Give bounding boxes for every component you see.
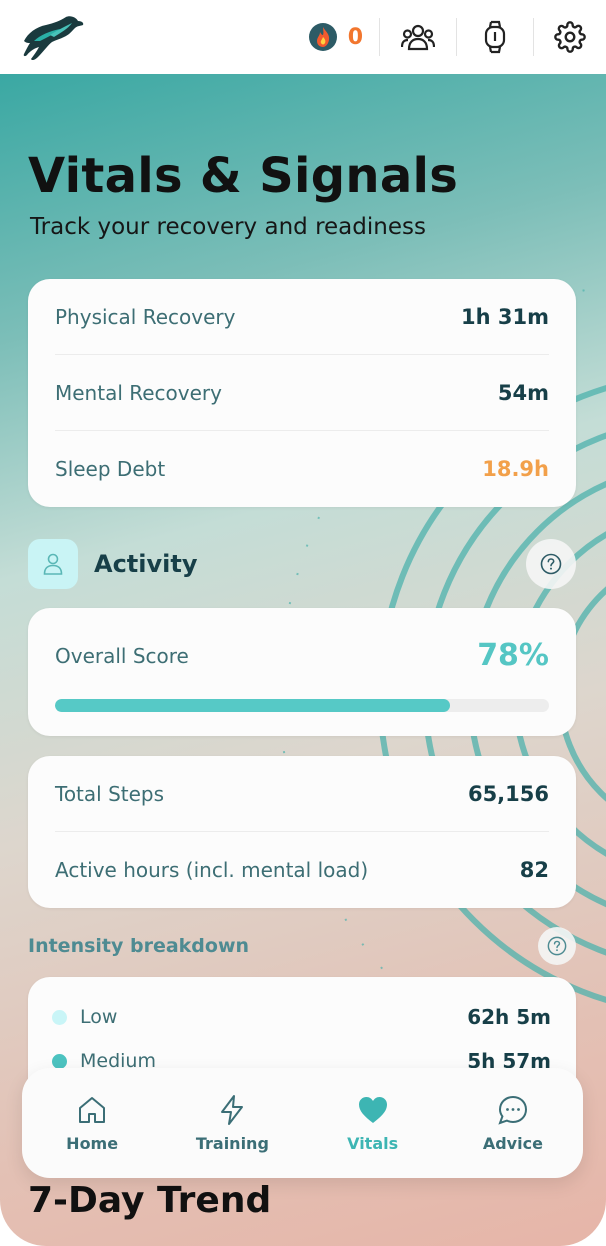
top-bar: 0: [0, 0, 606, 74]
activity-help-button[interactable]: [526, 539, 576, 589]
flame-icon: [308, 23, 337, 51]
total-steps-row: Total Steps 65,156: [55, 756, 549, 832]
score-progress-bar: [55, 699, 549, 712]
sleep-debt-row: Sleep Debt 18.9h: [55, 431, 549, 507]
intensity-breakdown-header: Intensity breakdown: [28, 927, 576, 965]
community-button[interactable]: [380, 0, 456, 74]
score-progress-fill: [55, 699, 451, 712]
bottom-nav: Home Training Vitals Advice: [22, 1068, 583, 1178]
nav-label: Advice: [482, 1134, 543, 1153]
row-label: Active hours (incl. mental load): [55, 858, 369, 882]
streak-count: 0: [347, 24, 363, 50]
intensity-row-low: Low 62h 5m: [52, 995, 551, 1039]
heart-icon: [358, 1097, 387, 1123]
gear-icon: [554, 21, 586, 53]
activity-section-header: Activity: [28, 539, 576, 589]
active-hours-row: Active hours (incl. mental load) 82: [55, 832, 549, 908]
recovery-card: Physical Recovery 1h 31m Mental Recovery…: [28, 279, 576, 507]
intensity-help-button[interactable]: [538, 927, 576, 965]
intensity-value: 62h 5m: [467, 1005, 551, 1029]
overall-score-card: Overall Score 78%: [28, 608, 576, 736]
row-value: 54m: [497, 380, 549, 405]
nav-training[interactable]: Training: [162, 1068, 302, 1178]
page-title: Vitals & Signals: [28, 148, 459, 204]
nav-label: Training: [195, 1134, 269, 1153]
row-value: 18.9h: [482, 457, 549, 481]
nav-vitals[interactable]: Vitals: [303, 1068, 443, 1178]
page-subtitle: Track your recovery and readiness: [30, 214, 426, 240]
help-icon: [540, 553, 562, 575]
chat-bubble-icon: [498, 1095, 527, 1125]
next-section-title: 7-Day Trend: [28, 1180, 272, 1221]
nav-label: Vitals: [347, 1134, 399, 1153]
settings-button[interactable]: [534, 0, 586, 74]
streak-counter[interactable]: 0: [308, 22, 379, 52]
community-icon: [401, 24, 435, 51]
person-icon: [28, 539, 78, 589]
score-value: 78%: [477, 638, 549, 673]
device-icon: [484, 20, 506, 54]
nav-label: Home: [66, 1134, 119, 1153]
row-label: Total Steps: [55, 781, 165, 806]
nav-home[interactable]: Home: [22, 1068, 162, 1178]
nav-advice[interactable]: Advice: [443, 1068, 583, 1178]
panther-logo[interactable]: [20, 11, 86, 63]
medium-dot: [52, 1053, 67, 1069]
row-label: Physical Recovery: [55, 304, 236, 329]
row-value: 82: [519, 858, 549, 882]
help-icon: [547, 936, 567, 956]
home-icon: [79, 1097, 106, 1123]
physical-recovery-row: Physical Recovery 1h 31m: [55, 279, 549, 355]
subsection-title: Intensity breakdown: [28, 935, 250, 957]
low-dot: [52, 1009, 67, 1025]
row-value: 1h 31m: [461, 304, 549, 329]
row-label: Mental Recovery: [55, 380, 222, 405]
section-title: Activity: [94, 550, 198, 578]
intensity-label: Low: [80, 1006, 118, 1028]
score-label: Overall Score: [55, 643, 189, 668]
mental-recovery-row: Mental Recovery 54m: [55, 355, 549, 431]
row-value: 65,156: [467, 781, 549, 806]
lightning-icon: [221, 1095, 244, 1125]
activity-stats-card: Total Steps 65,156 Active hours (incl. m…: [28, 756, 576, 908]
device-button[interactable]: [457, 0, 533, 74]
row-label: Sleep Debt: [55, 457, 166, 481]
